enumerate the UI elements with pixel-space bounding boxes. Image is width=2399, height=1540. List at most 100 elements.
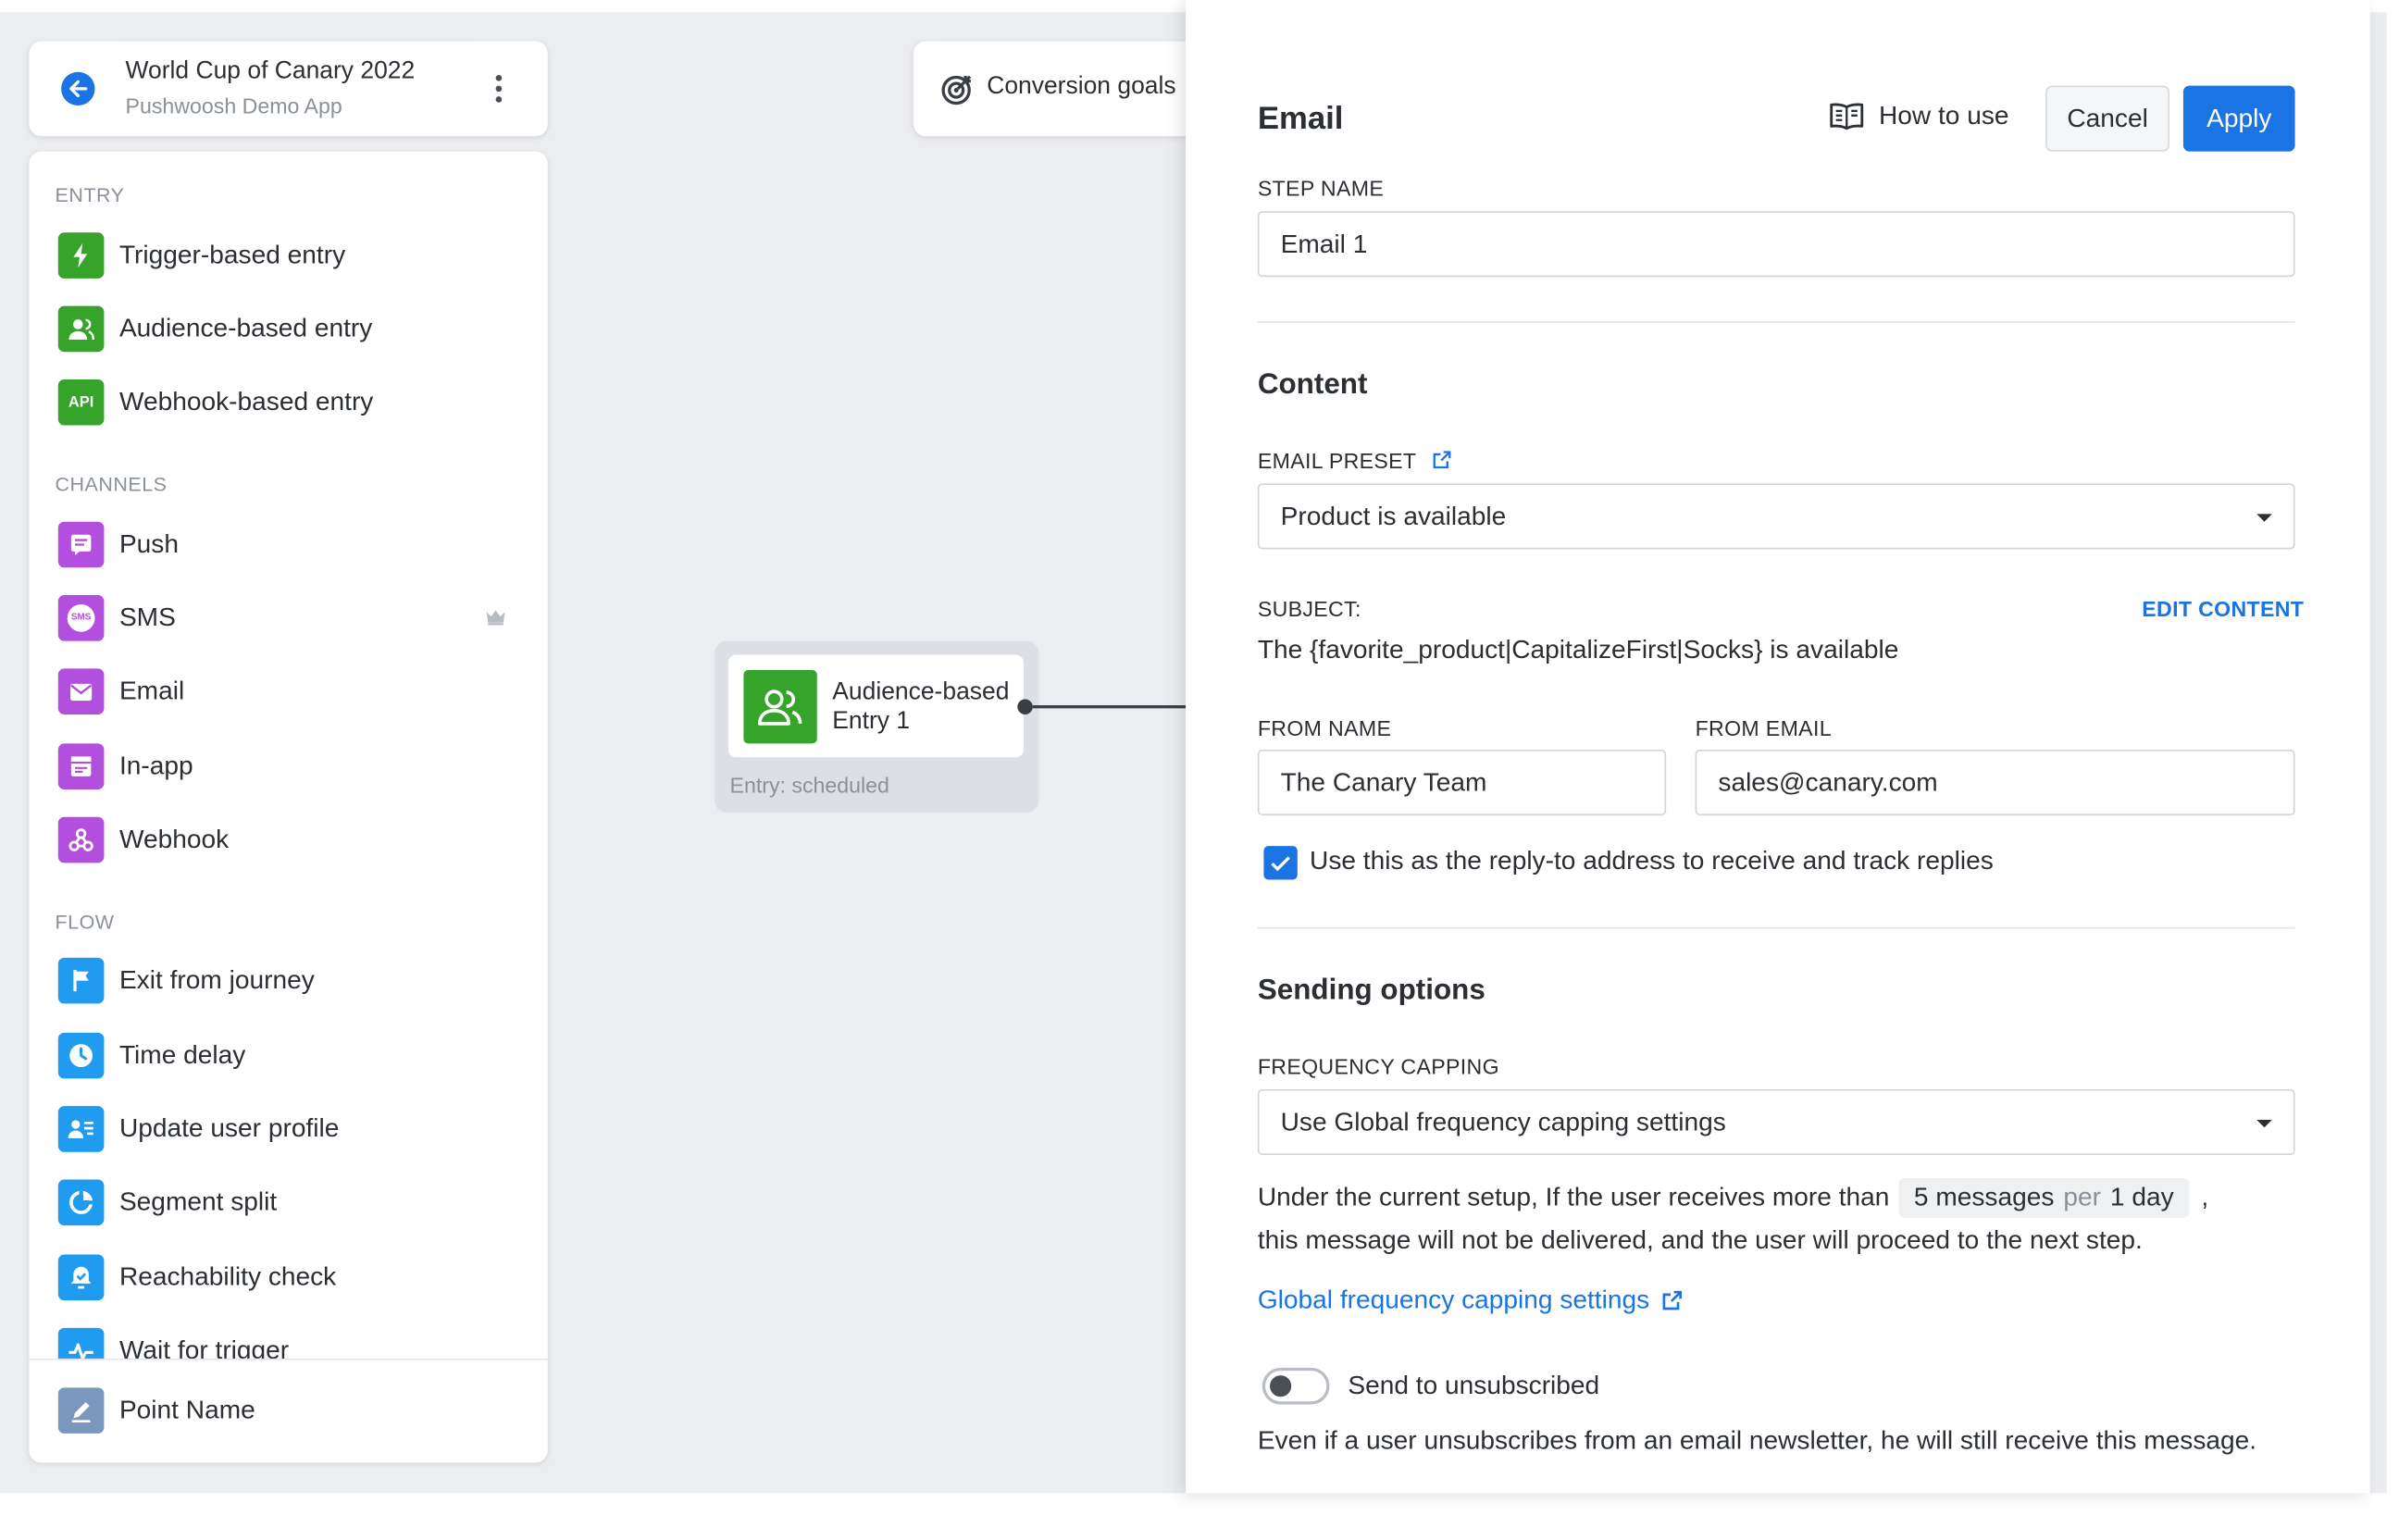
journey-builder: World Cup of Canary 2022 Pushwoosh Demo … [0, 0, 2399, 1535]
clock-icon [57, 1032, 105, 1079]
from-email-value: sales@canary.com [1718, 767, 1938, 797]
sending-options-heading: Sending options [1257, 974, 1485, 1007]
external-link-icon [1662, 1290, 1683, 1310]
frequency-capping-value: Use Global frequency capping settings [1280, 1106, 1726, 1136]
step-name-label: STEP NAME [1257, 176, 1385, 201]
step-name-value: Email 1 [1280, 229, 1368, 258]
capping-value-chip: 5 messages per 1 day [1898, 1177, 2190, 1218]
node-output-port[interactable] [1017, 699, 1033, 714]
lightning-icon [57, 232, 105, 279]
palette-item-trigger-based-entry[interactable]: Trigger-based entry [57, 231, 346, 280]
users-icon [57, 305, 105, 353]
palette-item-audience-based-entry[interactable]: Audience-based entry [57, 304, 372, 354]
palette-item-label: Exit from journey [118, 965, 315, 995]
pencil-icon [57, 1387, 105, 1434]
palette-item-label: Webhook-based entry [118, 387, 374, 416]
palette-item-segment-split[interactable]: Segment split [57, 1178, 278, 1227]
send-to-unsubscribed-label: Send to unsubscribed [1348, 1371, 1600, 1400]
section-channels-label: CHANNELS [55, 472, 168, 496]
palette-item-point-name[interactable]: Point Name [57, 1386, 255, 1435]
palette-item-label: SMS [118, 602, 176, 632]
apply-button[interactable]: Apply [2182, 85, 2295, 152]
in-app-icon [57, 743, 105, 789]
pie-chart-icon [57, 1179, 105, 1226]
palette-item-exit-from-journey[interactable]: Exit from journey [57, 956, 315, 1005]
palette-item-webhook[interactable]: Webhook [57, 815, 229, 864]
how-to-use-label: How to use [1878, 101, 2009, 130]
from-email-input[interactable]: sales@canary.com [1695, 749, 2295, 816]
palette-item-time-delay[interactable]: Time delay [57, 1031, 246, 1080]
subject-label: SUBJECT: [1257, 596, 1361, 622]
journey-header: World Cup of Canary 2022 Pushwoosh Demo … [29, 41, 548, 137]
frequency-note-line2: this message will not be delivered, and … [1257, 1225, 2143, 1255]
edit-content-link[interactable]: EDIT CONTENT [2142, 597, 2304, 621]
send-to-unsubscribed-description: Even if a user unsubscribes from an emai… [1257, 1425, 2257, 1456]
palette-item-label: Update user profile [118, 1113, 340, 1143]
palette-item-sms[interactable]: SMS SMS [57, 593, 176, 642]
book-icon [1830, 103, 1864, 130]
bell-check-icon [57, 1254, 105, 1301]
subject-value: The {favorite_product|CapitalizeFirst|So… [1257, 635, 1899, 664]
global-link-label: Global frequency capping settings [1257, 1285, 1650, 1314]
target-icon [941, 75, 972, 106]
palette-item-label: Trigger-based entry [118, 240, 346, 269]
external-link-icon[interactable] [1432, 450, 1451, 469]
palette-item-update-user-profile[interactable]: Update user profile [57, 1105, 340, 1154]
palette-item-label: Email [118, 676, 185, 706]
from-name-label: FROM NAME [1257, 715, 1392, 741]
note-comma: , [2201, 1182, 2209, 1212]
palette-item-push[interactable]: Push [57, 520, 179, 569]
palette-item-label: Time delay [118, 1040, 246, 1070]
arrow-left-icon [69, 80, 88, 97]
frequency-capping-select[interactable]: Use Global frequency capping settings [1257, 1088, 2295, 1156]
element-palette: ENTRY Trigger-based entry Audience-based… [29, 151, 548, 1463]
chevron-down-icon [2256, 1120, 2272, 1128]
note-text: Under the current setup, If the user rec… [1257, 1182, 1890, 1212]
journey-subtitle: Pushwoosh Demo App [125, 93, 342, 118]
palette-item-webhook-based-entry[interactable]: API Webhook-based entry [57, 378, 374, 427]
content-heading: Content [1257, 368, 1368, 402]
palette-item-reachability-check[interactable]: Reachability check [57, 1253, 337, 1302]
more-menu-button[interactable] [488, 72, 509, 106]
webhook-icon [57, 816, 105, 863]
palette-item-label: Reachability check [118, 1261, 337, 1292]
node-status: Entry: scheduled [729, 772, 889, 798]
crown-icon [486, 610, 505, 626]
back-button[interactable] [61, 71, 95, 106]
journey-node-audience-entry[interactable]: Audience-based Entry 1 Entry: scheduled [714, 640, 1039, 813]
check-icon [1271, 855, 1290, 871]
palette-item-in-app[interactable]: In-app [57, 742, 193, 791]
dot-icon [495, 74, 503, 81]
email-settings-panel: Email How to use Cancel Apply STEP NAME … [1186, 0, 2370, 1494]
panel-title: Email [1257, 101, 1344, 137]
palette-item-label: Segment split [118, 1186, 278, 1217]
email-preset-select[interactable]: Product is available [1257, 483, 2295, 550]
cancel-button[interactable]: Cancel [2045, 85, 2170, 152]
dot-icon [495, 96, 503, 103]
flag-icon [57, 957, 105, 1004]
node-card: Audience-based Entry 1 [727, 654, 1024, 758]
api-icon: API [57, 379, 105, 426]
per-label: per [2063, 1182, 2101, 1212]
how-to-use-link[interactable]: How to use [1828, 101, 2009, 131]
email-preset-value: Product is available [1280, 501, 1507, 530]
global-frequency-settings-link[interactable]: Global frequency capping settings [1258, 1285, 1684, 1316]
conversion-goals-label: Conversion goals [987, 73, 1176, 100]
step-name-input[interactable]: Email 1 [1257, 211, 2295, 278]
push-message-icon [57, 521, 105, 568]
from-email-label: FROM EMAIL [1695, 715, 1832, 741]
dot-icon [495, 85, 503, 93]
palette-item-email[interactable]: Email [57, 667, 185, 716]
period-value: 1 day [2109, 1182, 2174, 1212]
users-icon [743, 670, 817, 744]
reply-to-checkbox[interactable] [1263, 846, 1298, 880]
node-connection-line [1032, 705, 1187, 709]
frequency-capping-label: FREQUENCY CAPPING [1257, 1053, 1499, 1079]
messages-count: 5 messages [1913, 1182, 2055, 1212]
section-divider [1257, 926, 2295, 929]
journey-title: World Cup of Canary 2022 [125, 57, 416, 84]
palette-item-label: Point Name [118, 1395, 255, 1424]
send-to-unsubscribed-toggle[interactable] [1262, 1367, 1330, 1405]
from-name-input[interactable]: The Canary Team [1257, 749, 1667, 816]
node-title: Audience-based Entry 1 [832, 678, 1010, 735]
